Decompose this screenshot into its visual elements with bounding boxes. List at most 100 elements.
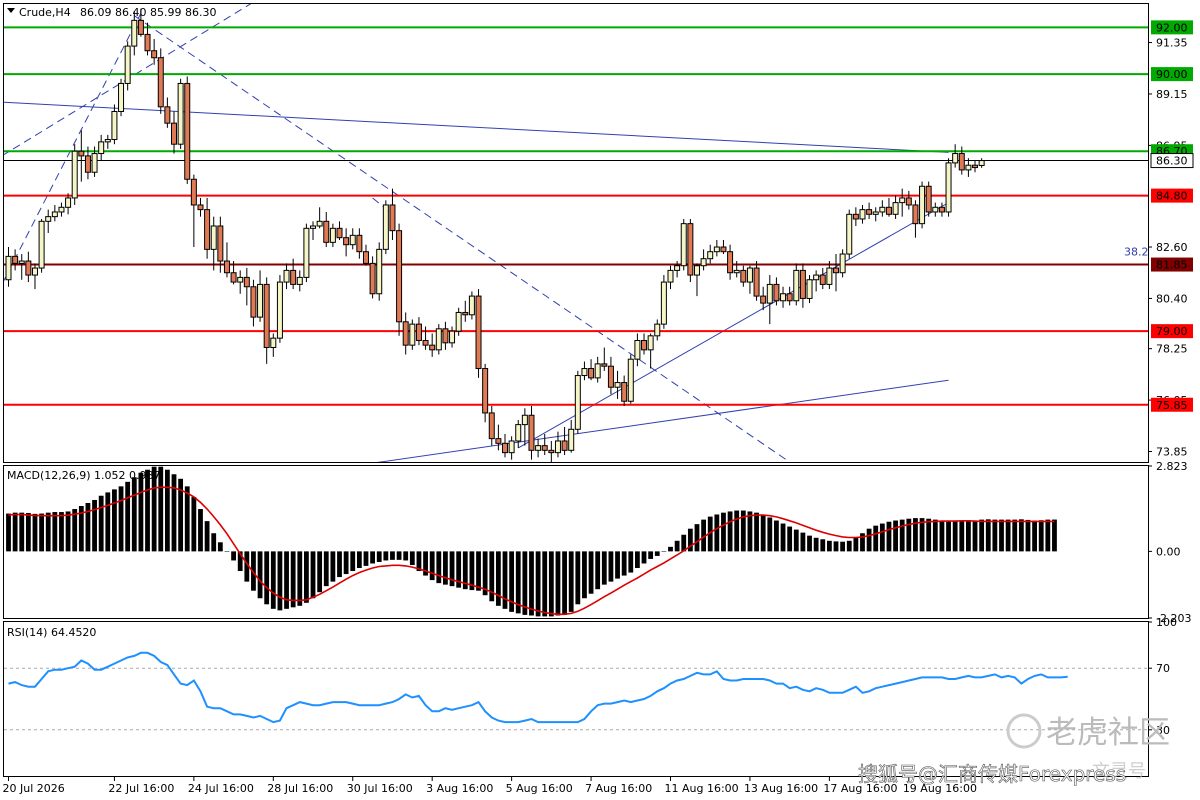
candle-body [554,440,561,454]
macd-bar [257,551,263,599]
candle [118,78,125,117]
candle-body [356,234,363,253]
candle-body [177,82,184,145]
time-tick-label: 3 Aug 16:00 [426,782,493,795]
rsi-title: RSI(14) 64.4520 [7,626,96,639]
candle-body [700,258,707,267]
candle-body [833,267,839,274]
macd-bar [694,524,700,552]
candle-body [250,286,257,318]
macd-bar [939,520,945,552]
time-tick-label: 11 Aug 16:00 [665,782,739,795]
candle-body [98,141,105,155]
candle-body [376,248,383,295]
candle-body [601,363,608,367]
macd-bar [946,521,951,552]
macd-bar [840,541,846,552]
macd-bar [105,492,111,552]
candle-body [932,206,939,213]
candle-body [111,110,118,141]
price-tick-label: 91.35 [1156,37,1188,50]
macd-bar [575,551,581,605]
candle-body [614,382,621,388]
macd-bar [1038,520,1044,552]
candle-body [707,251,714,260]
rsi-tick-label: 100 [1156,616,1177,629]
candle-body [343,237,350,246]
candle-body [51,211,58,218]
macd-bar [1045,519,1051,552]
candle-body [349,234,356,246]
macd-bar [793,529,799,552]
macd-tick-label: 2.823 [1156,460,1188,473]
candle-body [627,358,634,402]
macd-bar [628,551,634,573]
candle-body [362,251,369,264]
macd-bar [1032,520,1037,552]
candle-body [839,253,846,274]
macd-bar [131,477,137,552]
macd-bar [98,495,104,552]
macd-bar [972,520,978,552]
macd-bar [535,551,541,617]
price-tick-label: 82.60 [1156,241,1188,254]
candle-body [468,295,475,316]
macd-bar [6,513,11,552]
macd-bar [125,481,131,552]
candle [839,249,846,278]
macd-bar [846,540,852,552]
candle-body [402,321,409,346]
macd-bar [19,512,25,552]
candle-body [84,155,91,173]
candle-body [210,225,217,250]
candle-body [753,267,760,297]
macd-bar [12,512,18,552]
candle [680,218,687,271]
candle-body [667,269,674,283]
candle-body [502,442,508,454]
time-tick-label: 30 Jul 16:00 [347,782,413,795]
candle [919,181,926,229]
macd-bar [721,512,726,552]
candle-body [415,323,422,341]
candle-body [276,281,283,339]
macd-bar [337,551,342,578]
candle-body [528,414,535,451]
candle [627,354,634,404]
macd-bar [171,474,177,552]
macd-bar [138,472,144,552]
macd-bar [674,540,680,552]
macd-bar [615,551,620,579]
macd-bar [376,551,382,562]
macd-bar [390,551,395,560]
trading-chart[interactable]: 38.2 91.3589.1586.9582.6080.4078.2576.05… [0,0,1200,800]
candle-body [243,276,250,288]
candle-body [217,225,224,262]
candle [303,223,310,283]
candle-body [78,150,85,157]
macd-bar [747,511,753,552]
macd-bar [164,469,170,552]
candle-body [674,265,681,271]
candle-body [945,162,952,213]
macd-bar [774,520,779,552]
macd-bar [608,551,614,582]
candle [475,289,482,378]
candle-body [369,262,376,295]
candle [382,200,389,255]
candle-body [118,82,125,112]
rsi-panel[interactable] [3,621,1149,777]
candle-body [621,382,628,402]
candle-body [588,368,595,379]
candle-body [223,260,230,274]
candle-body [885,206,892,215]
candle-body [760,295,767,304]
candle-body [978,160,985,166]
candle-body [71,150,78,199]
candle [157,48,164,114]
candle-body [25,260,32,276]
time-tick-label: 5 Aug 16:00 [506,782,573,795]
macd-bar [118,486,124,552]
candle-body [104,139,111,143]
macd-bar [290,551,296,608]
